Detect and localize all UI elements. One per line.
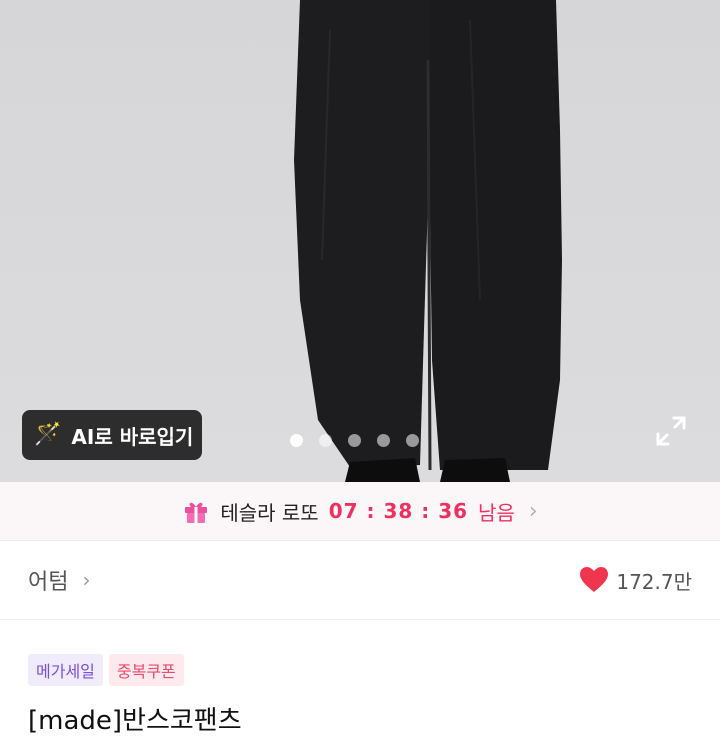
carousel-dot[interactable] [319,434,332,447]
store-link[interactable]: 어텀 › [28,564,90,596]
ai-try-on-label: AI로 바로입기 [71,424,194,449]
promo-label: 테슬라 로또 [220,500,319,525]
promo-banner[interactable]: 테슬라 로또 07 : 38 : 36 남음 › [0,482,720,540]
promo-remaining: 남음 [478,500,515,525]
magic-wand-icon: 🪄 [34,422,62,447]
promo-timer: 07 : 38 : 36 [328,499,469,523]
carousel-indicator [290,434,419,447]
carousel-dot[interactable] [406,434,419,447]
badge-list: 메가세일 중복쿠폰 [28,654,184,686]
like-count: 172.7만 [616,569,692,594]
chevron-right-icon: › [528,498,538,524]
product-title: [made]반스코팬츠 [28,706,242,736]
carousel-dot[interactable] [290,434,303,447]
product-image-carousel[interactable]: 🪄 AI로 바로입기 [0,0,720,482]
divider [0,619,720,620]
gift-icon [185,502,208,523]
mega-sale-badge: 메가세일 [28,654,103,686]
chevron-right-icon: › [82,568,91,592]
store-name: 어텀 [28,570,69,595]
expand-icon[interactable] [654,414,688,448]
carousel-dot[interactable] [348,434,361,447]
ai-try-on-button[interactable]: 🪄 AI로 바로입기 [22,410,202,460]
carousel-dot[interactable] [377,434,390,447]
double-coupon-badge: 중복쿠폰 [108,654,184,686]
heart-icon [580,567,609,592]
like-button[interactable]: 172.7만 [580,566,692,595]
store-row: 어텀 › 172.7만 [0,541,720,619]
